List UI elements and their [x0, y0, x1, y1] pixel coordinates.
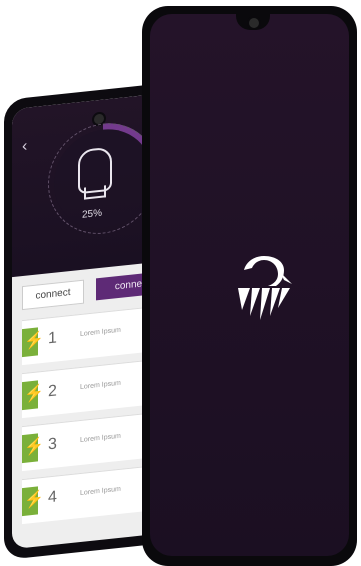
- back-phone-screen: ‹ 25% connect connec ⚡ 1 Lorem Ipsum ⚡ 2…: [12, 93, 160, 550]
- item-number: 2: [48, 382, 57, 401]
- item-number: 1: [48, 329, 57, 348]
- chevron-left-icon[interactable]: ‹: [22, 138, 27, 157]
- lightning-icon: ⚡: [22, 380, 44, 411]
- bird-logo-icon: [238, 256, 292, 320]
- list-item[interactable]: ⚡ 3 Lorem Ipsum: [22, 411, 160, 472]
- front-phone: [142, 6, 357, 566]
- item-number: 3: [48, 435, 57, 454]
- lightning-icon: ⚡: [22, 327, 44, 358]
- list-item[interactable]: ⚡ 4 Lorem Ipsum: [22, 464, 160, 525]
- camera-icon: [247, 16, 261, 30]
- item-label: Lorem Ipsum: [80, 485, 121, 498]
- lightbulb-base: [84, 185, 106, 200]
- gauge-header: ‹ 25%: [12, 93, 160, 278]
- list-item[interactable]: ⚡ 1 Lorem Ipsum: [22, 305, 160, 366]
- item-label: Lorem Ipsum: [80, 326, 121, 339]
- list-item[interactable]: ⚡ 2 Lorem Ipsum: [22, 358, 160, 419]
- item-number: 4: [48, 488, 57, 507]
- splash-screen: [150, 14, 349, 556]
- device-list: ⚡ 1 Lorem Ipsum ⚡ 2 Lorem Ipsum ⚡ 3 Lore…: [22, 305, 160, 533]
- tab-connect[interactable]: connect: [22, 279, 84, 311]
- lightning-icon: ⚡: [22, 486, 44, 517]
- tab-bar: connect connec: [22, 270, 160, 311]
- back-phone: ‹ 25% connect connec ⚡ 1 Lorem Ipsum ⚡ 2…: [4, 83, 164, 560]
- percent-label: 25%: [82, 207, 103, 221]
- lightning-icon: ⚡: [22, 433, 44, 464]
- item-label: Lorem Ipsum: [80, 432, 121, 445]
- item-label: Lorem Ipsum: [80, 379, 121, 392]
